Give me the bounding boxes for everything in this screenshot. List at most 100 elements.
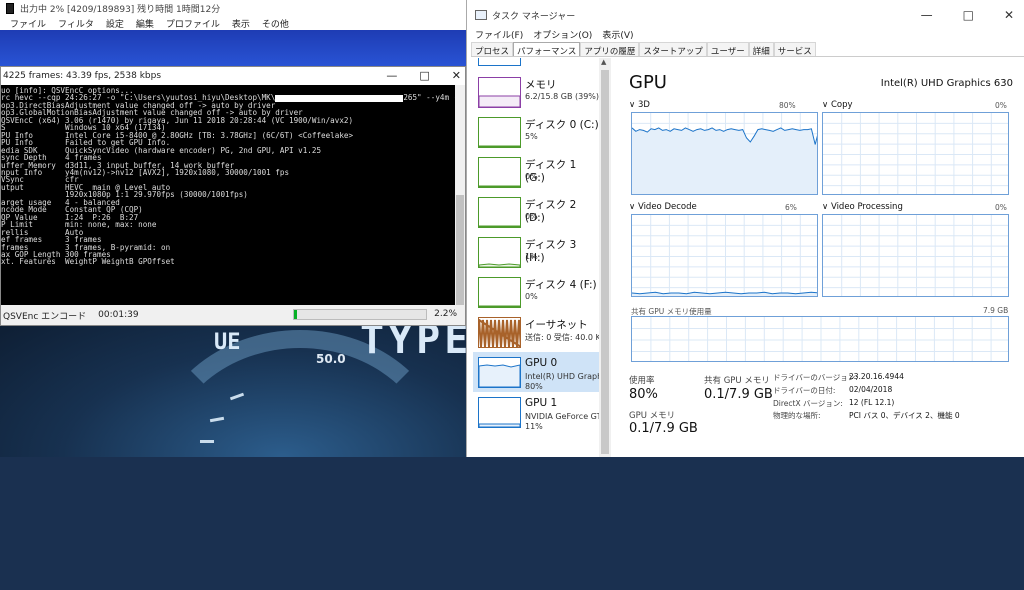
menu-other[interactable]: その他 bbox=[262, 17, 289, 30]
sidebar-thumbnail-series bbox=[479, 318, 520, 347]
gauge-label: 50.0 bbox=[316, 352, 346, 366]
directx-version-value: 12 (FL 12.1) bbox=[849, 398, 895, 407]
sidebar-thumbnail bbox=[478, 277, 521, 308]
sidebar-thumbnail-graph bbox=[479, 318, 520, 347]
graph-video-processing bbox=[822, 214, 1009, 297]
physical-location-label: 物理的な場所: bbox=[773, 411, 821, 420]
graph-area bbox=[632, 127, 817, 194]
console-title: 4225 frames: 43.39 fps, 2538 kbps bbox=[3, 71, 162, 81]
player-title: 出力中 2% [4209/189893] 残り時間 1時間12分 bbox=[20, 4, 221, 15]
sidebar-item-usage: 80% bbox=[525, 382, 543, 391]
driver-date-label: ドライバーの日付: bbox=[773, 386, 836, 395]
encoder-statusbar: QSVEnc エンコード 00:01:39 2.2% bbox=[1, 305, 465, 325]
sidebar-thumbnail-graph bbox=[479, 95, 520, 107]
tab-services[interactable]: サービス bbox=[773, 42, 816, 57]
gpu-model-name: Intel(R) UHD Graphics 630 bbox=[880, 78, 1013, 89]
sidebar-thumbnail bbox=[478, 357, 521, 388]
maximize-icon[interactable]: □ bbox=[963, 8, 974, 22]
sidebar-thumbnail bbox=[478, 157, 521, 188]
sidebar-thumbnail-series bbox=[479, 364, 520, 387]
sidebar-item-usage: 11% bbox=[525, 422, 543, 431]
sidebar-thumbnail bbox=[478, 397, 521, 428]
shared-gpu-mem-value: 0.1/7.9 GB bbox=[704, 387, 773, 402]
sidebar-thumbnail-series bbox=[479, 263, 520, 267]
sidebar-item-disk-2[interactable]: ディスク 1 (G:) 0% bbox=[473, 152, 599, 192]
sidebar-thumbnail-graph bbox=[479, 185, 520, 187]
sidebar-item-detail: 1% bbox=[525, 252, 538, 261]
sidebar-item-gpu-8[interactable]: GPU 1 NVIDIA GeForce GTX 11% bbox=[473, 392, 599, 432]
sidebar-item-detail: 6.2/15.8 GB (39%) bbox=[525, 92, 599, 101]
shared-gpu-mem-label: 共有 GPU メモリ bbox=[704, 376, 770, 386]
menu-file[interactable]: ファイル(F) bbox=[475, 28, 523, 41]
progress-fill bbox=[294, 310, 297, 319]
sidebar-item-detail: 5% bbox=[525, 132, 538, 141]
tab-startup[interactable]: スタートアップ bbox=[639, 42, 707, 57]
sidebar-thumbnail-series bbox=[479, 423, 520, 427]
menu-view[interactable]: 表示(V) bbox=[602, 28, 633, 41]
sidebar-scroll-thumb[interactable] bbox=[601, 70, 609, 454]
graph-video-decode bbox=[631, 214, 818, 297]
console-scrollbar[interactable] bbox=[455, 85, 465, 307]
minimize-icon[interactable]: — bbox=[921, 8, 933, 22]
tab-details[interactable]: 詳細 bbox=[748, 42, 774, 57]
sidebar-partial-item bbox=[478, 58, 521, 66]
taskmgr-menubar: ファイル(F) オプション(O) 表示(V) bbox=[475, 28, 634, 41]
sidebar-scrollbar[interactable]: ▲ bbox=[599, 58, 611, 457]
sidebar-thumbnail-series bbox=[479, 305, 520, 307]
menu-settings[interactable]: 設定 bbox=[106, 17, 124, 30]
graph-video-processing-plot bbox=[823, 215, 1008, 296]
sidebar-item-disk-3[interactable]: ディスク 2 (D:) 0% bbox=[473, 192, 599, 232]
engine-pct-video-processing: 0% bbox=[995, 203, 1007, 212]
encoder-console-window: 4225 frames: 43.39 fps, 2538 kbps — □ ✕ … bbox=[0, 66, 466, 326]
sidebar-item-disk-1[interactable]: ディスク 0 (C:) 5% bbox=[473, 112, 599, 152]
sidebar-thumbnail bbox=[478, 117, 521, 148]
directx-version-label: DirectX バージョン: bbox=[773, 399, 843, 408]
taskmgr-title: タスク マネージャー bbox=[492, 11, 576, 22]
tab-app-history[interactable]: アプリの履歴 bbox=[580, 42, 640, 57]
engine-label-video-decode: ∨ Video Decode bbox=[629, 202, 697, 212]
task-manager-window: タスク マネージャー — □ ✕ ファイル(F) オプション(O) 表示(V) … bbox=[466, 0, 1024, 457]
sidebar-thumbnail bbox=[478, 237, 521, 268]
menu-file[interactable]: ファイル bbox=[10, 17, 46, 30]
minimize-icon[interactable]: — bbox=[386, 69, 397, 82]
menu-filter[interactable]: フィルタ bbox=[58, 17, 94, 30]
sidebar-item-mem-0[interactable]: メモリ 6.2/15.8 GB (39%) bbox=[473, 72, 599, 112]
tab-processes[interactable]: プロセス bbox=[471, 42, 514, 57]
console-window-controls: — □ ✕ bbox=[386, 69, 461, 82]
taskmgr-tabs: プロセス パフォーマンス アプリの履歴 スタートアップ ユーザー 詳細 サービス bbox=[471, 42, 1024, 57]
graph-copy-plot bbox=[823, 113, 1008, 194]
physical-location-value: PCI バス 0、デバイス 2、機能 0 bbox=[849, 411, 960, 420]
sidebar-item-name: メモリ bbox=[525, 79, 557, 91]
close-icon[interactable]: ✕ bbox=[452, 69, 461, 82]
menu-view[interactable]: 表示 bbox=[232, 17, 250, 30]
menu-profile[interactable]: プロファイル bbox=[166, 17, 220, 30]
sidebar-item-detail: Intel(R) UHD Graphic bbox=[525, 372, 599, 381]
tab-performance[interactable]: パフォーマンス bbox=[513, 42, 581, 57]
sidebar-item-disk-4[interactable]: ディスク 3 (H:) 1% bbox=[473, 232, 599, 272]
sidebar-item-name: イーサネット bbox=[525, 319, 588, 331]
engine-label-copy: ∨ Copy bbox=[822, 100, 853, 110]
video-frame-top bbox=[0, 30, 470, 70]
utilization-label: 使用率 bbox=[629, 376, 655, 386]
graph-shared-memory bbox=[631, 316, 1009, 362]
engine-label-video-processing: ∨ Video Processing bbox=[822, 202, 903, 212]
console-scroll-thumb[interactable] bbox=[456, 195, 464, 305]
video-overlay-text-2: UE bbox=[214, 330, 241, 355]
gauge-tick bbox=[200, 440, 214, 443]
sidebar-thumbnail-series bbox=[479, 185, 520, 187]
sidebar-item-eth-6[interactable]: イーサネット送信: 0 受信: 40.0 Kb bbox=[473, 312, 599, 352]
maximize-icon[interactable]: □ bbox=[419, 69, 429, 82]
sidebar-item-detail: 0% bbox=[525, 212, 538, 221]
tab-users[interactable]: ユーザー bbox=[706, 42, 749, 57]
sidebar-item-gpu-7[interactable]: GPU 0 Intel(R) UHD Graphic80% bbox=[473, 352, 599, 392]
scroll-up-icon[interactable]: ▲ bbox=[601, 58, 606, 66]
sidebar-thumbnail-series bbox=[479, 145, 520, 147]
redacted-block bbox=[275, 94, 404, 102]
close-icon[interactable]: ✕ bbox=[1004, 8, 1014, 22]
menu-options[interactable]: オプション(O) bbox=[533, 28, 592, 41]
sidebar-item-detail: 送信: 0 受信: 40.0 Kb bbox=[525, 333, 599, 342]
sidebar-item-disk-5[interactable]: ディスク 4 (F:) 0% bbox=[473, 272, 599, 312]
menu-edit[interactable]: 編集 bbox=[136, 17, 154, 30]
gpu-mem-value: 0.1/7.9 GB bbox=[629, 421, 698, 436]
sidebar-thumbnail-graph bbox=[479, 145, 520, 147]
